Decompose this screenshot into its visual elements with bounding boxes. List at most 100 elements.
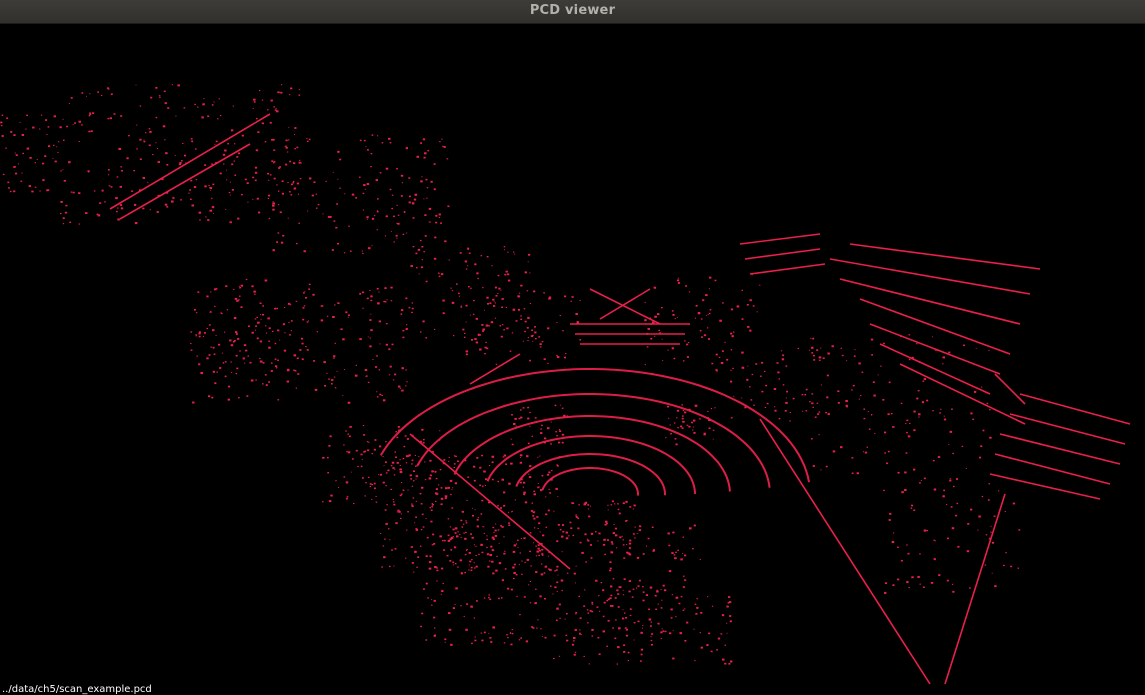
cloud-point: [483, 631, 486, 634]
cloud-point: [375, 501, 378, 503]
cloud-point: [415, 465, 417, 467]
cloud-point: [920, 480, 922, 481]
cloud-point: [676, 409, 680, 412]
cloud-point: [269, 174, 272, 176]
cloud-point: [722, 302, 724, 304]
cloud-point: [208, 185, 210, 186]
cloud-point: [343, 252, 346, 254]
cloud-point: [307, 210, 309, 212]
cloud-point: [279, 166, 281, 168]
cloud-point: [389, 539, 391, 541]
cloud-point: [495, 569, 498, 572]
cloud-point: [936, 349, 939, 351]
cloud-point: [883, 342, 885, 345]
cloud-point: [322, 305, 324, 307]
cloud-point: [562, 524, 565, 526]
cloud-point: [904, 471, 907, 474]
cloud-point: [591, 601, 594, 604]
cloud-point: [400, 195, 403, 197]
cloud-point: [544, 441, 546, 444]
cloud-point: [2, 173, 5, 175]
cloud-point: [494, 286, 497, 289]
cloud-point: [532, 511, 535, 514]
cloud-point: [490, 641, 493, 643]
cloud-point: [543, 358, 546, 360]
scan-line: [944, 493, 1006, 685]
cloud-point: [515, 425, 517, 427]
cloud-point: [188, 192, 190, 194]
cloud-point: [547, 327, 550, 330]
cloud-point: [465, 350, 469, 353]
cloud-point: [525, 640, 528, 643]
cloud-point: [383, 465, 385, 467]
cloud-point: [209, 189, 211, 191]
cloud-point: [909, 422, 911, 424]
cloud-point: [406, 232, 408, 234]
cloud-point: [747, 325, 750, 328]
cloud-point: [471, 642, 473, 645]
cloud-point: [541, 475, 544, 477]
cloud-point: [384, 301, 387, 303]
cloud-point: [287, 217, 289, 219]
cloud-point: [527, 261, 529, 263]
cloud-point: [529, 581, 532, 582]
cloud-point: [431, 503, 433, 505]
cloud-point: [575, 611, 577, 614]
cloud-point: [536, 516, 539, 518]
cloud-point: [440, 487, 443, 489]
cloud-point: [481, 551, 484, 554]
cloud-point: [532, 542, 534, 544]
cloud-point: [481, 499, 484, 502]
cloud-point: [785, 401, 788, 404]
cloud-point: [435, 215, 438, 217]
cloud-point: [410, 546, 413, 548]
cloud-point: [926, 530, 928, 532]
cloud-point: [431, 599, 433, 600]
cloud-point: [988, 483, 990, 485]
cloud-point: [470, 605, 473, 608]
cloud-point: [676, 279, 680, 282]
cloud-point: [277, 359, 279, 361]
cloud-file-label: ../data/ch5/scan_example.pcd: [2, 684, 152, 695]
cloud-point: [654, 594, 657, 597]
cloud-point: [411, 434, 414, 437]
cloud-point: [197, 291, 200, 293]
cloud-point: [120, 166, 122, 168]
cloud-point: [548, 471, 551, 474]
cloud-point: [565, 537, 569, 540]
cloud-point: [182, 182, 185, 184]
cloud-point: [617, 646, 620, 649]
cloud-point: [58, 141, 60, 143]
cloud-point: [570, 300, 572, 302]
cloud-point: [407, 511, 409, 513]
cloud-point: [668, 417, 670, 419]
cloud-point: [598, 595, 600, 597]
cloud-point: [431, 604, 433, 606]
cloud-point: [143, 139, 145, 141]
cloud-point: [640, 660, 642, 662]
cloud-point: [260, 318, 262, 320]
point-cloud-viewport[interactable]: ../data/ch5/scan_example.pcd: [0, 24, 1145, 695]
cloud-point: [415, 500, 417, 502]
cloud-point: [527, 442, 530, 445]
cloud-point: [667, 405, 670, 408]
cloud-point: [330, 494, 333, 497]
cloud-point: [148, 144, 151, 147]
cloud-point: [447, 518, 450, 520]
cloud-point: [313, 181, 316, 183]
cloud-point: [326, 315, 329, 317]
cloud-point: [53, 115, 56, 118]
cloud-point: [421, 428, 424, 431]
cloud-point: [376, 211, 379, 213]
cloud-point: [205, 216, 207, 218]
cloud-point: [418, 456, 420, 458]
cloud-point: [990, 525, 992, 527]
cloud-point: [206, 327, 209, 330]
cloud-point: [498, 287, 501, 290]
cloud-point: [489, 302, 492, 304]
cloud-point: [474, 639, 477, 642]
cloud-point: [484, 309, 485, 311]
cloud-point: [289, 191, 291, 193]
window-titlebar[interactable]: PCD viewer: [0, 0, 1145, 24]
lidar-scan-rings: [379, 368, 810, 496]
